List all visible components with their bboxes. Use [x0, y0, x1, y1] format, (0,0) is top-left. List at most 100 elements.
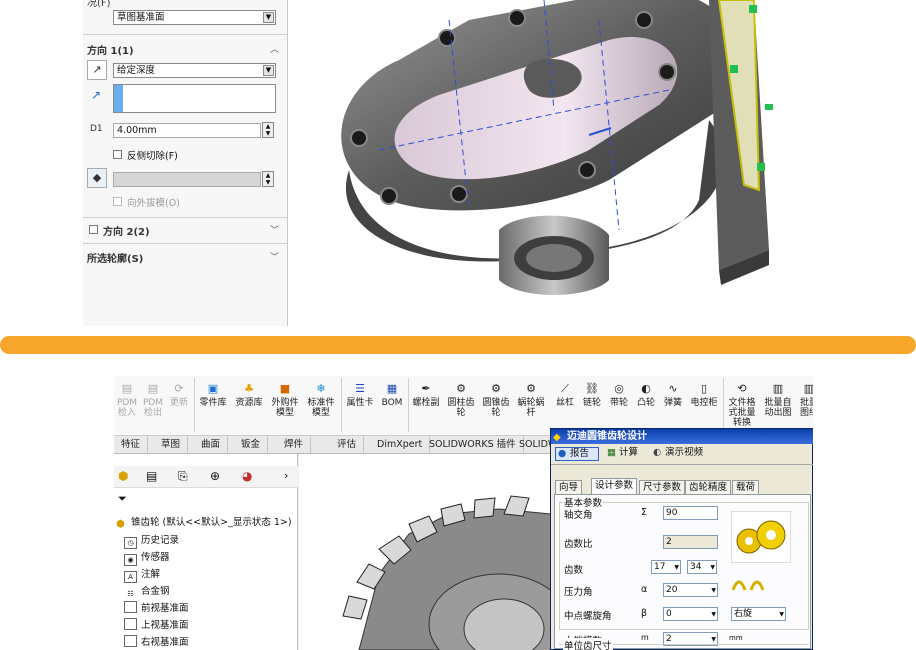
draft-outward-label: 向外拔模(O) [127, 198, 180, 209]
toolbox-ribbon: ▤ PDM 检入 ▤ PDM 检出 ⟳ 更新 ▣ 零件库 ♣ 资源库 ■ 外购件 模型 ❄ 标… [114, 376, 813, 436]
tab-sketch[interactable]: 草图 [154, 436, 189, 454]
property-card-button[interactable]: ☰ 属性卡 [344, 382, 376, 408]
solidworks-gear-window: ▤ PDM 检入 ▤ PDM 检出 ⟳ 更新 ▣ 零件库 ♣ 资源库 ■ 外购件 模型 ❄ 标… [114, 376, 813, 650]
chevron-down-icon[interactable]: ▼ [710, 562, 715, 574]
gear-viewport[interactable] [299, 454, 570, 650]
worm-gear-button[interactable]: ⚙ 蜗轮蜗 杆 [516, 382, 546, 418]
tree-item-right-plane[interactable]: 右视基准面 [124, 634, 189, 648]
batch-convert-button[interactable]: ⟲ 文件格 式批量 转换 [725, 382, 759, 428]
label: 链轮 [582, 398, 601, 408]
tab-sheetmetal[interactable]: 钣金 [234, 436, 269, 454]
reverse-direction-icon[interactable]: ↗ [87, 60, 107, 80]
cam-button[interactable]: ◐ 凸轮 [634, 382, 658, 408]
control-cabinet-button[interactable]: ▯ 电控柜 [688, 382, 720, 408]
teeth1-select[interactable]: 17 ▼ [651, 560, 681, 574]
tab-solidworks-addins[interactable]: SOLIDWORKS 插件 [422, 436, 524, 454]
pdm-checkout-button[interactable]: ▤ PDM 检出 [142, 382, 164, 418]
demo-video-button[interactable]: ◐ 演示视频 [651, 447, 711, 461]
value: 20 [666, 585, 678, 595]
dim-icon[interactable]: ⊕ [210, 469, 220, 483]
label: 更新 [169, 398, 188, 408]
purchased-model-button[interactable]: ■ 外购件 模型 [269, 382, 301, 418]
calculate-button[interactable]: ▦ 计算 [605, 447, 645, 461]
tree-item-history[interactable]: ◷ 历史记录 [124, 532, 179, 549]
chevron-right-icon[interactable]: › [284, 469, 288, 482]
pressure-angle-symbol: α [641, 584, 648, 595]
pulley-button[interactable]: ◎ 带轮 [607, 382, 631, 408]
label: 注解 [141, 569, 161, 580]
chevron-down-icon[interactable]: ▼ [674, 562, 679, 574]
gear-ratio-label: 齿数比 [564, 539, 593, 550]
direction1-title[interactable]: 方向 1(1) [87, 42, 134, 57]
selected-contours-title[interactable]: 所选轮廓(S) [87, 250, 143, 265]
batch-sheet-button[interactable]: ▥ 批量 图纸 [798, 382, 813, 418]
convert-icon: ⟲ [737, 382, 747, 395]
sketch-plane-combo[interactable]: 草图基准面 ▼ [113, 10, 276, 25]
graphics-viewport[interactable] [289, 0, 844, 326]
standard-part-button[interactable]: ❄ 标准件 模型 [305, 382, 337, 418]
shaft-angle-input[interactable]: 90 [663, 506, 718, 520]
tab-surface[interactable]: 曲面 [194, 436, 229, 454]
resource-library-button[interactable]: ♣ 资源库 [234, 382, 264, 408]
tree-item-top-plane[interactable]: 上视基准面 [124, 617, 189, 631]
chevron-down-icon[interactable]: ▼ [779, 609, 784, 621]
chevron-down-icon[interactable]: ﹀ [270, 223, 279, 236]
chevron-up-icon[interactable]: ︿ [270, 42, 279, 55]
chain-icon: ⛓ [585, 382, 599, 395]
sketch-plane-value: 草图基准面 [117, 12, 165, 23]
tree-item-material[interactable]: ☷ 合金钢 [124, 583, 169, 601]
depth-input[interactable]: 4.00mm [113, 123, 261, 138]
property-icon[interactable]: ▤ [146, 469, 157, 483]
tree-item-sensors[interactable]: ◉ 传感器 [124, 549, 170, 566]
end-condition-combo[interactable]: 给定深度 ▼ [113, 63, 276, 78]
helix-angle-select[interactable]: 0 ▼ [663, 607, 718, 621]
tab-weldments[interactable]: 焊件 [277, 436, 312, 454]
spur-gear-button[interactable]: ⚙ 圆柱齿 轮 [446, 382, 476, 418]
pdm-checkin-button[interactable]: ▤ PDM 检入 [116, 382, 138, 418]
reverse-cut-checkbox[interactable] [113, 150, 122, 159]
bom-button[interactable]: ▦ BOM [379, 382, 405, 408]
chevron-down-icon[interactable]: ▼ [263, 12, 274, 23]
parts-library-button[interactable]: ▣ 零件库 [198, 382, 228, 408]
draft-spinner[interactable]: ▲ ▼ [262, 171, 274, 187]
hand-select[interactable]: 右旋 ▼ [731, 607, 786, 621]
direction2-title[interactable]: 方向 2(2) [103, 223, 150, 238]
pressure-angle-select[interactable]: 20 ▼ [663, 583, 718, 597]
direction2-checkbox[interactable] [89, 225, 98, 234]
direction-selection-box[interactable] [113, 84, 276, 113]
chevron-down-icon[interactable]: ﹀ [270, 250, 279, 263]
display-icon[interactable]: ◕ [242, 469, 252, 483]
tab-load[interactable]: 载荷 [732, 480, 760, 494]
feature-tree-icon[interactable]: ⬢ [118, 469, 128, 483]
report-button[interactable]: ● 报告 [555, 447, 599, 461]
lead-screw-button[interactable]: ⟋ 丝杠 [553, 382, 577, 408]
tab-size-params[interactable]: 尺寸参数 [639, 480, 686, 494]
label: 报告 [570, 448, 590, 459]
bolt-icon: ✒ [421, 382, 431, 395]
config-icon[interactable]: ⎘ [178, 469, 188, 484]
chevron-down-icon[interactable]: ▼ [711, 609, 716, 621]
teeth2-select[interactable]: 34 ▼ [687, 560, 717, 574]
sheet-icon: ▥ [803, 382, 813, 395]
bolt-pair-button[interactable]: ✒ 螺栓副 [411, 382, 441, 408]
tab-wizard[interactable]: 向导 [555, 480, 583, 494]
filter-icon[interactable]: ⏷ [118, 492, 127, 506]
chevron-down-icon[interactable]: ▼ [711, 585, 716, 597]
bevel-gear-button[interactable]: ⚙ 圆锥齿 轮 [481, 382, 511, 418]
depth-spinner[interactable]: ▲ ▼ [262, 122, 274, 138]
spring-button[interactable]: ∿ 弹簧 [661, 382, 685, 408]
pulley-icon: ◎ [614, 382, 624, 395]
chevron-down-icon[interactable]: ▼ [263, 65, 274, 76]
tree-item-annotations[interactable]: A 注解 [124, 566, 160, 583]
tab-gear-accuracy[interactable]: 齿轮精度 [685, 480, 732, 494]
batch-drawing-button[interactable]: ▥ 批量自 动出图 [762, 382, 794, 418]
pdm-icon: ▤ [121, 382, 133, 395]
tab-design-params[interactable]: 设计参数 [591, 478, 638, 494]
tab-features[interactable]: 特征 [114, 436, 149, 454]
draft-icon[interactable]: ◆ [87, 168, 107, 188]
tree-item-front-plane[interactable]: 前视基准面 [124, 600, 189, 614]
tree-root[interactable]: ⬢ 锥齿轮 (默认<<默认>_显示状态 1>) [114, 514, 291, 532]
update-button[interactable]: ⟳ 更新 [168, 382, 190, 408]
tab-evaluate[interactable]: 评估 [330, 436, 365, 454]
sprocket-button[interactable]: ⛓ 链轮 [580, 382, 604, 408]
